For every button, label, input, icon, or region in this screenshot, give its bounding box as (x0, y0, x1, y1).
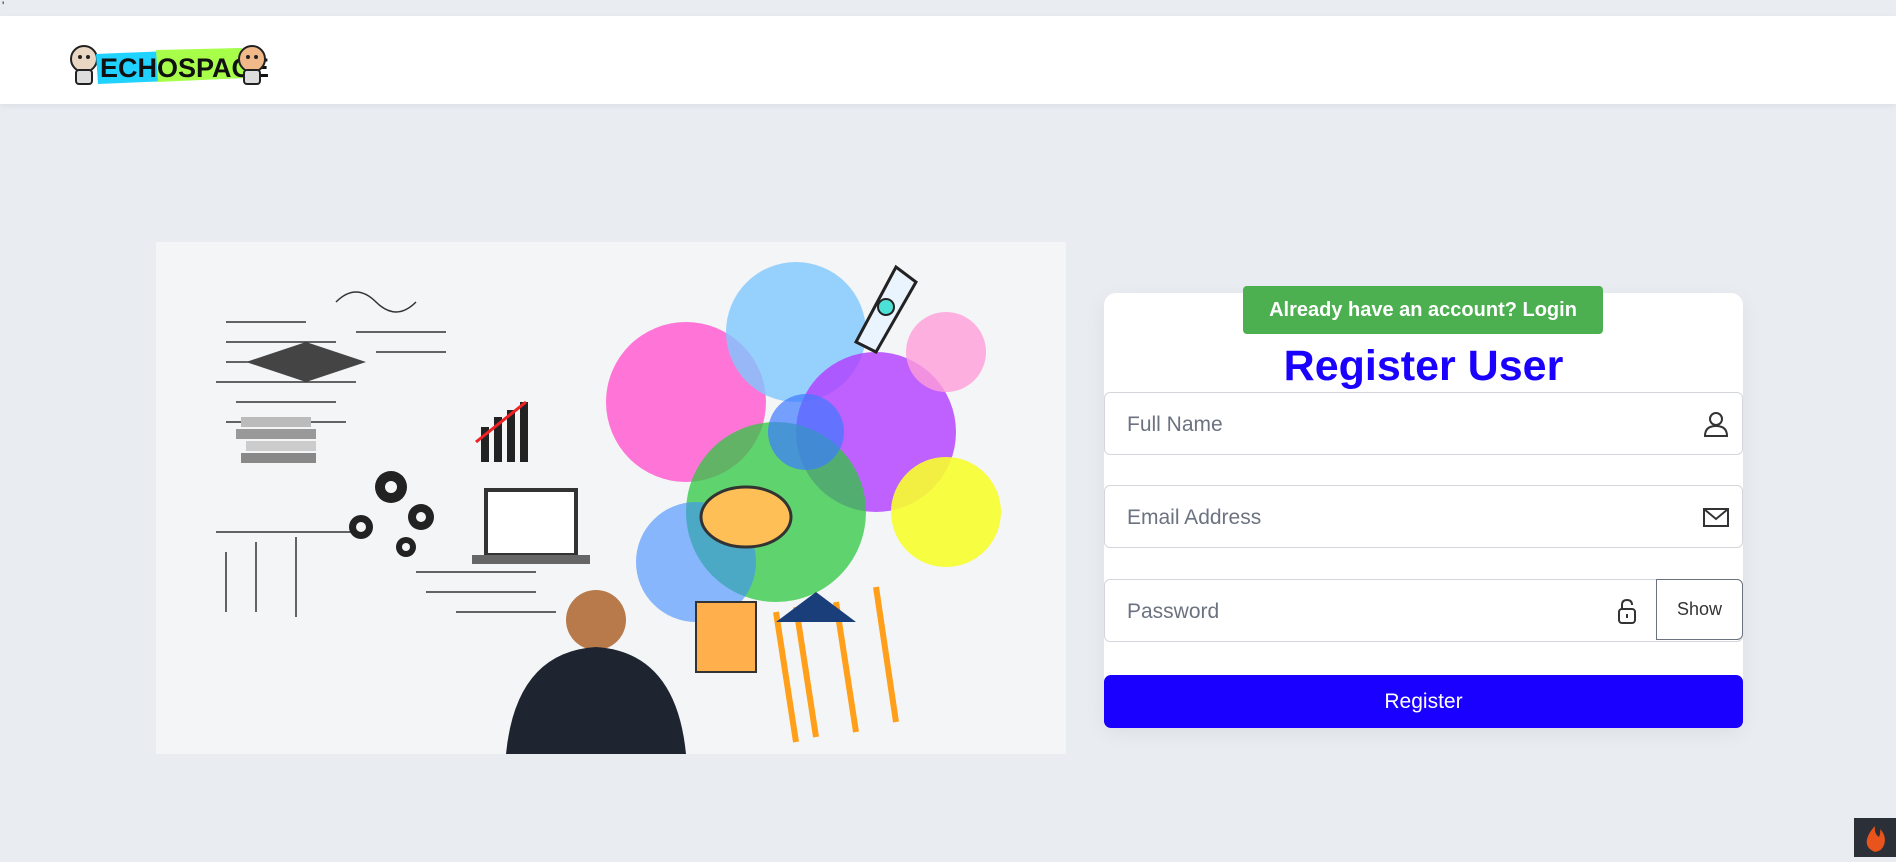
full-name-field (1104, 392, 1743, 456)
corner-badge[interactable] (1854, 818, 1896, 857)
user-icon (1703, 412, 1729, 437)
password-field: Show (1104, 579, 1743, 643)
login-link-button[interactable]: Already have an account? Login (1243, 286, 1603, 334)
stray-mark: ' (2, 0, 5, 13)
show-password-button[interactable]: Show (1656, 579, 1743, 640)
full-name-input[interactable] (1125, 393, 1689, 456)
lock-icon (1618, 598, 1636, 624)
email-field (1104, 485, 1743, 549)
creative-brain-illustration (156, 242, 1066, 754)
echospace-logo[interactable]: ECHOSPACE (66, 34, 270, 88)
email-input[interactable] (1125, 486, 1689, 549)
hero-illustration (156, 242, 1066, 754)
register-card: Already have an account? Login Register … (1104, 286, 1743, 728)
mail-icon (1703, 508, 1729, 527)
page-title: Register User (1283, 342, 1564, 390)
navbar: ECHOSPACE (0, 16, 1896, 104)
flame-icon (1866, 826, 1885, 852)
register-button[interactable]: Register (1104, 675, 1743, 728)
password-input[interactable] (1125, 580, 1609, 643)
